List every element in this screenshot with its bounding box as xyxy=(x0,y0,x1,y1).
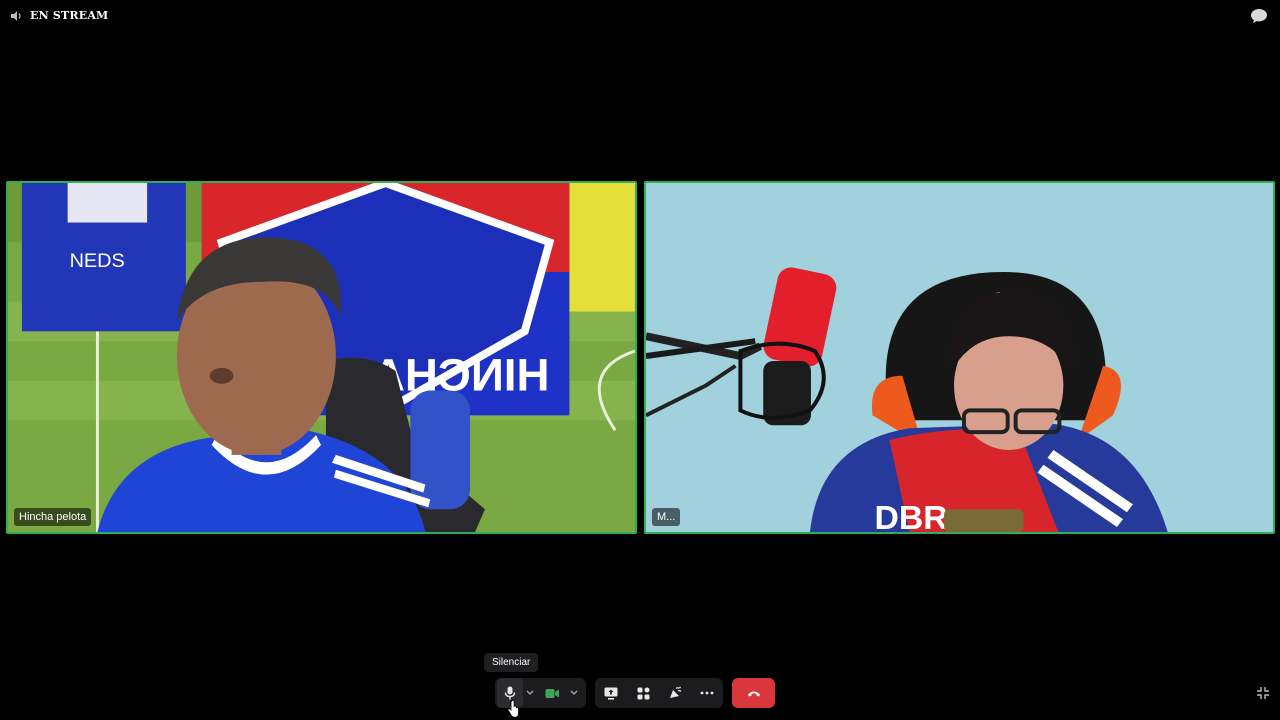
stream-status: EN STREAM xyxy=(10,9,108,22)
microphone-icon xyxy=(504,686,516,700)
camera-button[interactable] xyxy=(537,678,567,708)
collapse-icon[interactable] xyxy=(1256,686,1270,700)
svg-text:NEDS: NEDS xyxy=(70,250,125,272)
disconnect-button[interactable] xyxy=(732,678,775,708)
svg-text:DBR: DBR xyxy=(875,500,948,532)
mic-options-button[interactable] xyxy=(523,678,537,708)
more-icon xyxy=(700,691,714,695)
stream-label: EN STREAM xyxy=(30,9,109,22)
screen-share-button[interactable] xyxy=(595,678,627,708)
screen-share-icon xyxy=(604,687,618,700)
mouse-cursor-icon xyxy=(507,700,519,718)
speaker-icon xyxy=(11,10,21,21)
camera-options-button[interactable] xyxy=(567,678,581,708)
participant-name: M... xyxy=(652,508,681,526)
video-camera-icon xyxy=(545,688,559,698)
video-tile-participant-m[interactable]: DBR M... xyxy=(644,181,1275,534)
hang-up-icon xyxy=(747,691,760,696)
activities-icon xyxy=(637,687,649,699)
soundboard-button[interactable] xyxy=(659,678,691,708)
video-tile-hincha-pelota[interactable]: NEDS HINCHA DE Hincha pelota xyxy=(6,181,637,534)
participant-video: DBR xyxy=(646,183,1273,532)
chevron-down-icon xyxy=(570,690,578,695)
soundboard-icon xyxy=(670,686,682,698)
chat-icon[interactable] xyxy=(1250,8,1268,24)
participant-video: NEDS HINCHA DE xyxy=(8,183,635,532)
call-actions xyxy=(595,678,723,708)
chevron-down-icon xyxy=(526,690,534,695)
activities-button[interactable] xyxy=(627,678,659,708)
participant-name: Hincha pelota xyxy=(14,508,92,526)
mute-tooltip: Silenciar xyxy=(484,653,539,672)
more-options-button[interactable] xyxy=(691,678,723,708)
